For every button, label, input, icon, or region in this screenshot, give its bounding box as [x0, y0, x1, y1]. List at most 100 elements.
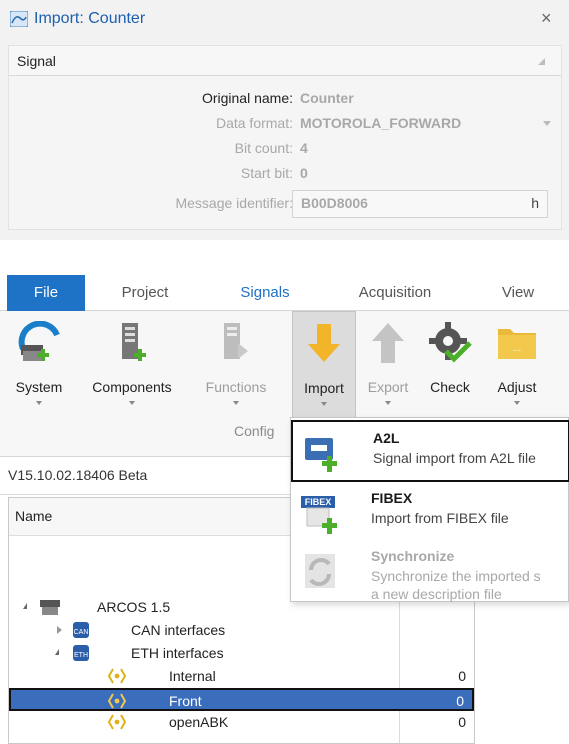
adjust-button[interactable]: ... Adjust — [482, 311, 552, 411]
can-interface-icon: CAN — [71, 621, 91, 642]
svg-text:CAN: CAN — [74, 629, 89, 636]
menu-item-description: Import from FIBEX file — [371, 510, 509, 526]
tree-row-label: openABK — [169, 714, 229, 730]
menu-item-title: A2L — [373, 430, 400, 446]
synchronize-icon — [301, 552, 345, 595]
menu-item-a2l[interactable]: A2L Signal import from A2L file — [291, 420, 569, 482]
chevron-down-icon — [385, 401, 391, 405]
system-icon — [39, 598, 61, 619]
start-bit-row: Start bit: 0 — [9, 163, 561, 185]
chevron-down-icon — [129, 401, 135, 405]
export-button[interactable]: Export — [358, 311, 418, 411]
name-column-header[interactable]: Name — [15, 508, 52, 524]
system-icon — [17, 320, 61, 368]
start-bit-label: Start bit: — [240, 165, 293, 181]
check-button[interactable]: Check — [420, 311, 480, 411]
original-name-value: Counter — [300, 90, 354, 106]
tree-row-openabk[interactable]: openABK 0 — [9, 711, 474, 734]
system-button[interactable]: System — [2, 311, 76, 411]
ribbon-tab-bar: File Project Signals Acquisition View — [0, 275, 569, 311]
tab-view[interactable]: View — [483, 275, 553, 311]
menu-item-description: a new description file — [371, 586, 502, 602]
data-format-value: MOTOROLA_FORWARD — [300, 115, 462, 131]
message-identifier-value: B00D8006 — [301, 195, 368, 211]
a2l-file-icon — [303, 434, 347, 475]
import-dropdown-menu: A2L Signal import from A2L file FIBEX FI… — [290, 417, 569, 602]
application-window: File Project Signals Acquisition View Sy… — [0, 275, 569, 744]
signal-wave-icon — [9, 10, 29, 30]
group-title: Signal — [17, 53, 56, 69]
tree-row-label: Front — [169, 693, 202, 709]
chevron-down-icon — [543, 121, 551, 126]
chevron-down-icon — [36, 401, 42, 405]
signal-group-header[interactable]: Signal — [9, 46, 561, 76]
check-label: Check — [430, 379, 470, 395]
message-identifier-label: Message identifier: — [175, 195, 293, 211]
bit-count-row: Bit count: 4 — [9, 138, 561, 160]
components-icon — [112, 321, 152, 368]
network-node-icon — [107, 667, 127, 688]
svg-text:ETH: ETH — [74, 652, 88, 659]
original-name-row: Original name: Counter — [9, 88, 561, 110]
tree-row-can-interfaces[interactable]: CAN CAN interfaces — [9, 619, 474, 642]
components-button[interactable]: Components — [80, 311, 184, 411]
expander-open-icon[interactable] — [55, 649, 59, 655]
functions-label: Functions — [205, 379, 267, 395]
import-arrow-icon — [304, 322, 344, 369]
import-button[interactable]: Import — [292, 311, 356, 419]
tree-row-front[interactable]: Front 0 — [9, 688, 474, 711]
menu-item-description: Synchronize the imported s — [371, 568, 541, 584]
system-label: System — [15, 379, 63, 395]
dialog-title: Import: Counter — [34, 10, 146, 27]
tree-row-value: 0 — [458, 714, 466, 730]
expander-closed-icon[interactable] — [57, 626, 62, 634]
import-label: Import — [304, 380, 344, 396]
functions-icon — [216, 321, 256, 368]
export-label: Export — [367, 379, 409, 395]
svg-text:...: ... — [513, 343, 521, 354]
original-name-label: Original name: — [201, 90, 293, 106]
fibex-badge: FIBEX — [305, 497, 332, 507]
data-format-row: Data format: MOTOROLA_FORWARD — [9, 113, 561, 135]
tree-row-label: CAN interfaces — [131, 622, 226, 638]
dialog-title-bar: Import: Counter × — [0, 0, 569, 40]
network-node-icon — [107, 713, 127, 734]
tree-row-label: Internal — [169, 668, 216, 684]
menu-item-description: Signal import from A2L file — [373, 450, 536, 466]
ribbon-group-caption: Config — [234, 423, 275, 439]
collapse-triangle-icon[interactable] — [538, 58, 545, 65]
menu-item-synchronize[interactable]: Synchronize Synchronize the imported s a… — [291, 540, 569, 602]
export-arrow-icon — [368, 321, 408, 368]
signal-properties-panel: Signal Original name: Counter Data forma… — [8, 45, 562, 230]
chevron-down-icon — [233, 401, 239, 405]
tab-acquisition[interactable]: Acquisition — [340, 275, 450, 311]
version-text: V15.10.02.18406 Beta — [8, 467, 148, 483]
network-node-icon — [107, 692, 127, 713]
tree-row-label: ETH interfaces — [131, 645, 224, 661]
tree-row-internal[interactable]: Internal 0 — [9, 665, 474, 688]
tree-row-value: 0 — [456, 693, 464, 709]
chevron-down-icon — [514, 401, 520, 405]
hex-suffix: h — [531, 195, 539, 211]
tab-signals[interactable]: Signals — [225, 275, 305, 311]
fibex-file-icon: FIBEX — [301, 494, 345, 537]
tree-row-eth-interfaces[interactable]: ETH ETH interfaces — [9, 642, 474, 665]
tree-row-value: 0 — [458, 668, 466, 684]
functions-button[interactable]: Functions — [186, 311, 286, 411]
menu-item-fibex[interactable]: FIBEX FIBEX Import from FIBEX file — [291, 482, 569, 544]
chevron-down-icon — [321, 402, 327, 406]
tree-row-label: ARCOS 1.5 — [97, 599, 171, 615]
components-label: Components — [92, 379, 172, 395]
import-dialog: Import: Counter × Signal Original name: … — [0, 0, 569, 240]
expander-open-icon[interactable] — [23, 603, 27, 609]
close-icon[interactable]: × — [541, 8, 552, 29]
start-bit-value: 0 — [300, 165, 308, 181]
menu-item-title: FIBEX — [371, 490, 413, 506]
eth-interface-icon: ETH — [71, 644, 91, 665]
data-format-label: Data format: — [215, 115, 293, 131]
bit-count-label: Bit count: — [234, 140, 293, 156]
menu-item-title: Synchronize — [371, 548, 455, 564]
version-bar: V15.10.02.18406 Beta — [0, 457, 292, 495]
tab-project[interactable]: Project — [100, 275, 190, 311]
tab-file[interactable]: File — [7, 275, 85, 311]
